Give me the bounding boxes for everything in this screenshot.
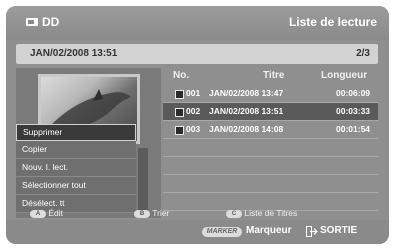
hint-edit[interactable]: A Édit bbox=[30, 208, 63, 218]
row-length: 00:01:54 bbox=[336, 124, 371, 134]
row-title: JAN/02/2008 13:51 bbox=[209, 106, 284, 116]
button-c-icon: C bbox=[226, 209, 242, 218]
hint-edit-label: Édit bbox=[48, 208, 64, 218]
row-checkbox[interactable] bbox=[175, 90, 184, 99]
title-bar: DD Liste de lecture bbox=[6, 6, 389, 40]
row-title: JAN/02/2008 13:47 bbox=[209, 88, 284, 98]
table-row-empty bbox=[163, 175, 378, 193]
column-header-titre: Titre bbox=[263, 70, 285, 81]
bottom-bar: MARKER Marqueur SORTIE bbox=[6, 220, 389, 244]
menu-item-selectionner-tout[interactable]: Sélectionner tout bbox=[16, 177, 136, 195]
table-row[interactable]: 002 JAN/02/2008 13:51 00:03:33 bbox=[163, 103, 378, 120]
current-date: JAN/02/2008 13:51 bbox=[30, 48, 118, 59]
playlist-table: No. Titre Longueur 001 JAN/02/2008 13:47… bbox=[163, 68, 378, 218]
row-number: 001 bbox=[186, 88, 201, 98]
app-title: DD bbox=[42, 15, 60, 29]
menu-item-supprimer[interactable]: Supprimer bbox=[16, 124, 136, 141]
row-length: 00:03:33 bbox=[336, 106, 371, 116]
button-b-icon: B bbox=[134, 209, 150, 218]
row-number: 002 bbox=[186, 106, 201, 116]
row-checkbox[interactable] bbox=[175, 108, 184, 117]
table-row[interactable]: 001 JAN/02/2008 13:47 00:06:09 bbox=[163, 85, 378, 102]
column-header-no: No. bbox=[173, 70, 190, 81]
hint-sort-label: Trier bbox=[152, 208, 170, 218]
exit-icon[interactable] bbox=[306, 226, 318, 237]
exit-glyph bbox=[306, 226, 318, 237]
context-menu: Supprimer Copier Nouv. l. lect. Sélectio… bbox=[16, 124, 136, 213]
button-a-icon: A bbox=[30, 209, 46, 218]
menu-item-nouvelle-liste[interactable]: Nouv. l. lect. bbox=[16, 159, 136, 177]
marker-label: Marqueur bbox=[246, 225, 292, 236]
row-number: 003 bbox=[186, 124, 201, 134]
button-hints: A Édit B Trier C Liste de Titres bbox=[16, 206, 378, 219]
hint-title-list-label: Liste de Titres bbox=[244, 208, 298, 218]
table-row-empty bbox=[163, 139, 378, 157]
column-header-longueur: Longueur bbox=[321, 70, 368, 81]
hint-sort[interactable]: B Trier bbox=[134, 208, 169, 218]
playlist-screen: DD Liste de lecture JAN/02/2008 13:51 2/… bbox=[6, 6, 389, 244]
screen-title: Liste de lecture bbox=[288, 15, 377, 29]
table-header: No. Titre Longueur bbox=[163, 68, 378, 84]
table-row-empty bbox=[163, 157, 378, 175]
row-title: JAN/02/2008 14:08 bbox=[209, 124, 284, 134]
menu-item-copier[interactable]: Copier bbox=[16, 141, 136, 159]
row-length: 00:06:09 bbox=[336, 88, 371, 98]
row-checkbox[interactable] bbox=[175, 126, 184, 135]
exit-label: SORTIE bbox=[320, 225, 358, 236]
hint-title-list[interactable]: C Liste de Titres bbox=[226, 208, 297, 218]
info-bar: JAN/02/2008 13:51 2/3 bbox=[16, 44, 378, 64]
disc-icon bbox=[26, 18, 38, 26]
marker-button-icon[interactable]: MARKER bbox=[202, 227, 242, 237]
table-row[interactable]: 003 JAN/02/2008 14:08 00:01:54 bbox=[163, 121, 378, 138]
page-indicator: 2/3 bbox=[356, 48, 370, 59]
